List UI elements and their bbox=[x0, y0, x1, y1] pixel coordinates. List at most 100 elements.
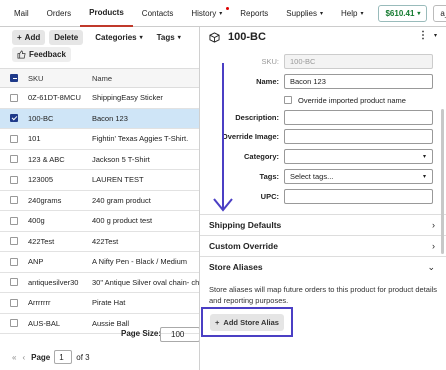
nav-orders[interactable]: Orders bbox=[38, 0, 80, 27]
upc-field[interactable] bbox=[284, 188, 433, 204]
shipping-defaults-section[interactable]: Shipping Defaults › bbox=[200, 214, 446, 235]
feedback-label: Feedback bbox=[29, 50, 66, 59]
tags-dropdown[interactable]: Tags ▾ bbox=[157, 33, 181, 42]
nav-supplies[interactable]: Supplies ▾ bbox=[277, 0, 332, 27]
table-row[interactable]: 123 & ABC Jackson 5 T-Shirt bbox=[0, 150, 200, 170]
table-row[interactable]: 100-BC Bacon 123 bbox=[0, 108, 200, 129]
product-list-pane: + Add Delete Categories ▾ Tags ▾ Feedback S… bbox=[0, 27, 200, 370]
row-sku: AUS-BAL bbox=[28, 318, 61, 328]
table-row[interactable]: 400g 400 g product test bbox=[0, 211, 200, 232]
nav-contacts[interactable]: Contacts bbox=[133, 0, 183, 27]
column-header-name[interactable]: Name bbox=[84, 74, 200, 83]
override-image-field[interactable] bbox=[284, 128, 433, 144]
store-aliases-title: Store Aliases bbox=[209, 262, 263, 272]
balance-amount: $610.41 bbox=[385, 8, 415, 18]
row-checkbox[interactable] bbox=[10, 278, 18, 287]
row-name: Jackson 5 T-Shirt bbox=[92, 154, 150, 164]
row-checkbox[interactable] bbox=[10, 93, 18, 102]
sku-label: SKU: bbox=[261, 56, 279, 66]
thumbs-up-icon bbox=[17, 50, 26, 59]
chevron-down-icon: ⌄ bbox=[427, 261, 435, 272]
panel-header: 100-BC bbox=[200, 27, 446, 47]
nav-products-label: Products bbox=[89, 7, 124, 17]
page-size-select[interactable]: 100 bbox=[160, 327, 200, 342]
table-row[interactable]: 240grams 240 gram product bbox=[0, 191, 200, 211]
categories-dropdown[interactable]: Categories ▾ bbox=[95, 33, 142, 42]
row-sku: 100-BC bbox=[28, 113, 54, 123]
description-field[interactable] bbox=[284, 109, 433, 125]
nav-mail[interactable]: Mail bbox=[5, 0, 38, 27]
row-sku: 240grams bbox=[28, 195, 62, 205]
row-checkbox[interactable] bbox=[10, 216, 18, 225]
row-name: 400 g product test bbox=[92, 216, 153, 226]
chevron-right-icon: › bbox=[432, 241, 435, 251]
account-label: a_ bbox=[440, 8, 446, 18]
nav-reports-label: Reports bbox=[240, 8, 269, 18]
account-menu[interactable]: a_ bbox=[433, 4, 446, 22]
custom-override-title: Custom Override bbox=[209, 241, 278, 251]
nav-help[interactable]: Help ▾ bbox=[332, 0, 372, 27]
row-checkbox[interactable] bbox=[10, 257, 18, 266]
row-checkbox[interactable] bbox=[10, 175, 18, 184]
panel-scrollbar[interactable] bbox=[441, 109, 444, 254]
page-number-value: 1 bbox=[59, 352, 64, 362]
row-name: 240 gram product bbox=[92, 195, 151, 205]
nav-history[interactable]: History ▾ bbox=[182, 0, 231, 27]
row-checkbox[interactable] bbox=[10, 319, 18, 328]
row-sku: antiquesilver30 bbox=[28, 277, 79, 287]
add-store-alias-button[interactable]: + Add Store Alias bbox=[210, 314, 284, 331]
page-size-value: 100 bbox=[171, 330, 185, 339]
nav-reports[interactable]: Reports bbox=[231, 0, 277, 27]
row-checkbox[interactable] bbox=[10, 237, 18, 246]
row-name: ShippingEasy Sticker bbox=[92, 93, 163, 103]
column-header-sku[interactable]: SKU bbox=[28, 74, 84, 83]
override-label: Override imported product name bbox=[298, 95, 406, 105]
add-button[interactable]: + Add bbox=[12, 29, 46, 45]
annotation-arrow bbox=[213, 63, 233, 212]
nav-products[interactable]: Products bbox=[80, 0, 133, 27]
panel-title: 100-BC bbox=[228, 31, 266, 43]
override-name-checkbox[interactable]: Override imported product name bbox=[284, 96, 406, 105]
row-sku: 123005 bbox=[28, 175, 54, 185]
row-sku: 422Test bbox=[28, 236, 55, 246]
page-label: Page bbox=[31, 352, 51, 362]
name-field[interactable]: Bacon 123 bbox=[284, 73, 433, 89]
category-select[interactable]: ▾ bbox=[284, 148, 433, 164]
override-checkbox-box[interactable] bbox=[284, 96, 292, 104]
row-checkbox[interactable] bbox=[10, 196, 18, 205]
table-row[interactable]: 101 Fightin' Texas Aggies T-Shirt. bbox=[0, 129, 200, 150]
row-checkbox[interactable] bbox=[10, 134, 18, 143]
row-name: LAUREN TEST bbox=[92, 175, 144, 185]
store-aliases-section[interactable]: Store Aliases ⌄ bbox=[200, 256, 446, 277]
table-header: SKU Name bbox=[0, 68, 200, 88]
top-nav: Mail Orders Products Contacts History ▾ R… bbox=[0, 0, 446, 27]
more-options-icon[interactable]: ⋮ bbox=[418, 30, 428, 41]
balance-button[interactable]: $610.41 ▾ bbox=[378, 4, 428, 22]
chevron-down-icon[interactable]: ▾ bbox=[434, 32, 437, 39]
pager: « ‹ Page 1 of 3 bbox=[0, 344, 200, 370]
table-row[interactable]: ANP A Nifty Pen - Black / Medium bbox=[0, 252, 200, 273]
table-row[interactable]: 422Test 422Test bbox=[0, 232, 200, 252]
table-row[interactable]: 123005 LAUREN TEST bbox=[0, 170, 200, 191]
custom-override-section[interactable]: Custom Override › bbox=[200, 235, 446, 256]
row-checkbox[interactable] bbox=[10, 155, 18, 164]
select-all-checkbox[interactable] bbox=[10, 74, 18, 82]
row-checkbox[interactable] bbox=[10, 298, 18, 307]
row-sku: ANP bbox=[28, 257, 44, 267]
table-row[interactable]: Arrrrrrr Pirate Hat bbox=[0, 293, 200, 314]
row-checkbox[interactable] bbox=[10, 114, 18, 123]
prev-page-button[interactable]: ‹ bbox=[22, 353, 25, 362]
delete-button[interactable]: Delete bbox=[49, 29, 84, 45]
nav-orders-label: Orders bbox=[46, 8, 72, 18]
table-row[interactable]: 0Z-61DT-8MCU ShippingEasy Sticker bbox=[0, 88, 200, 109]
page-number-input[interactable]: 1 bbox=[54, 350, 73, 364]
row-name: 30" Antique Silver oval chain- chain bbox=[92, 277, 200, 287]
add-store-alias-label: Add Store Alias bbox=[223, 318, 279, 327]
row-name: Fightin' Texas Aggies T-Shirt. bbox=[92, 134, 189, 144]
table-row[interactable]: antiquesilver30 30" Antique Silver oval c… bbox=[0, 273, 200, 293]
nav-mail-label: Mail bbox=[14, 8, 29, 18]
chevron-down-icon: ▾ bbox=[417, 10, 421, 17]
feedback-button[interactable]: Feedback bbox=[12, 47, 71, 62]
tags-select[interactable]: Select tags... ▾ bbox=[284, 168, 433, 184]
first-page-button[interactable]: « bbox=[12, 353, 16, 362]
